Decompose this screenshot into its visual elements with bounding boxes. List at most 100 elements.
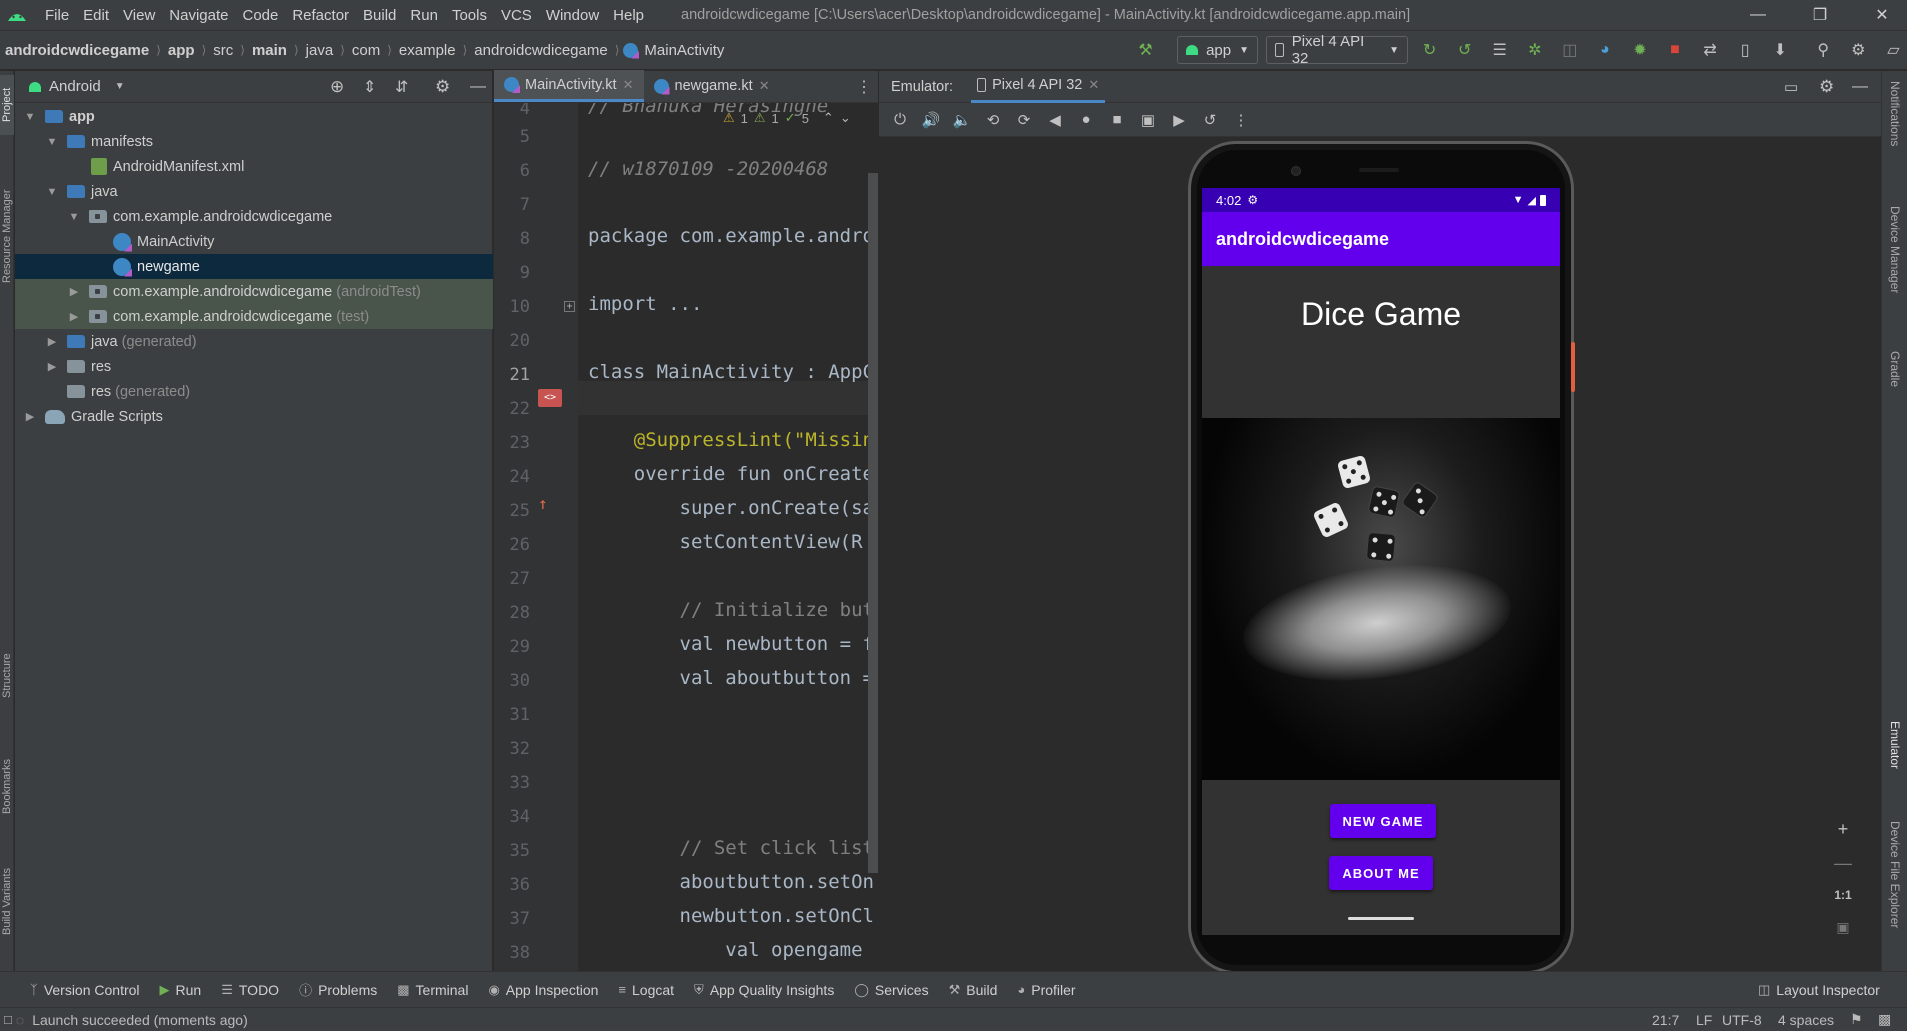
device-manager-icon[interactable]: ▯ xyxy=(1732,36,1759,64)
about-me-button[interactable]: ABOUT ME xyxy=(1329,856,1433,890)
tool-profiler[interactable]: ◕ Profiler xyxy=(1017,982,1075,998)
breadcrumb-package[interactable]: androidcwdicegame xyxy=(471,42,610,59)
chevron-right-icon[interactable]: ▶ xyxy=(67,310,81,323)
menu-build[interactable]: Build xyxy=(356,7,403,24)
video-record-icon[interactable]: ▶ xyxy=(1168,109,1190,131)
menu-run[interactable]: Run xyxy=(403,7,445,24)
editor-scrollbar[interactable] xyxy=(868,173,878,873)
zoom-actual-size-button[interactable]: 1:1 xyxy=(1828,880,1858,910)
side-button[interactable] xyxy=(1571,342,1575,392)
search-icon[interactable]: ⚲ xyxy=(1810,36,1837,64)
menu-refactor[interactable]: Refactor xyxy=(285,7,356,24)
tree-item-mainactivity[interactable]: MainActivity xyxy=(15,229,493,254)
chevron-down-icon[interactable]: ⌄ xyxy=(840,110,851,126)
chevron-right-icon[interactable]: ▶ xyxy=(45,335,59,348)
tree-item-res[interactable]: ▶ res xyxy=(15,354,493,379)
memory-indicator-icon[interactable]: ▩ xyxy=(1878,1011,1891,1028)
line-separator[interactable]: LF xyxy=(1696,1012,1712,1028)
close-tab-icon[interactable]: ✕ xyxy=(623,77,634,93)
breadcrumb-project[interactable]: androidcwdicegame xyxy=(2,42,152,59)
gear-icon[interactable]: ⚙ xyxy=(1819,77,1834,97)
expand-all-icon[interactable]: ⇕ xyxy=(363,77,376,97)
more-tabs-icon[interactable]: ⋮ xyxy=(856,77,872,97)
code-editor[interactable]: ⚠ 1 ⚠ 1 ✓ 5 ⌃ ⌄ 4 // Bhanuka Herasinghe 5 6… xyxy=(494,103,878,971)
menu-edit[interactable]: Edit xyxy=(76,7,116,24)
menu-window[interactable]: Window xyxy=(539,7,606,24)
tool-tab-emulator[interactable]: Emulator xyxy=(1888,721,1902,769)
rotate-left-icon[interactable]: ⟲ xyxy=(982,109,1004,131)
gear-icon[interactable]: ⚙ xyxy=(1845,36,1872,64)
zoom-fit-icon[interactable]: ▣ xyxy=(1828,912,1858,942)
fold-expand-icon[interactable]: + xyxy=(564,301,575,312)
tool-todo[interactable]: ☰ TODO xyxy=(221,982,279,998)
tab-emulator-device[interactable]: Pixel 4 API 32 ✕ xyxy=(971,71,1106,103)
tool-build[interactable]: ⚒ Build xyxy=(949,982,998,998)
volume-down-icon[interactable]: 🔈 xyxy=(951,109,973,131)
tool-tab-build-variants[interactable]: Build Variants xyxy=(0,851,14,951)
chevron-right-icon[interactable]: ▶ xyxy=(23,410,37,423)
menu-navigate[interactable]: Navigate xyxy=(162,7,235,24)
apply-changes-restart-icon[interactable]: ↻ xyxy=(1416,36,1443,64)
tool-tab-project[interactable]: Project xyxy=(0,75,14,135)
camera-icon[interactable]: ▣ xyxy=(1137,109,1159,131)
more-options-icon[interactable]: ⋮ xyxy=(1230,109,1252,131)
tool-app-inspection[interactable]: ◉ App Inspection xyxy=(488,982,598,998)
restore-icon[interactable]: ❐ xyxy=(1789,0,1851,30)
tool-logcat[interactable]: ≡ Logcat xyxy=(618,982,674,998)
tree-item-manifests[interactable]: ▼ manifests xyxy=(15,129,493,154)
tool-app-quality-insights[interactable]: ⛨ App Quality Insights xyxy=(694,982,834,998)
home-gesture-bar[interactable] xyxy=(1348,917,1414,920)
back-icon[interactable]: ◀ xyxy=(1044,109,1066,131)
tree-item-gradle-scripts[interactable]: ▶ Gradle Scripts xyxy=(15,404,493,429)
home-icon[interactable]: ● xyxy=(1075,109,1097,131)
tree-item-package-test[interactable]: ▶ com.example.androidcwdicegame (test) xyxy=(15,304,493,329)
breadcrumb-com[interactable]: com xyxy=(349,42,383,59)
profile-icon[interactable]: ◕ xyxy=(1591,36,1618,64)
tool-tab-resource-manager[interactable]: Resource Manager xyxy=(0,166,14,306)
android-manifest-gutter-icon[interactable]: <> xyxy=(538,389,562,407)
make-project-icon[interactable]: ⚒ xyxy=(1132,36,1159,64)
project-view-mode[interactable]: Android xyxy=(49,78,101,95)
window-layout-icon[interactable]: ▭ xyxy=(1784,78,1798,96)
breadcrumb-class[interactable]: MainActivity xyxy=(641,42,727,59)
tree-item-android-manifest[interactable]: AndroidManifest.xml xyxy=(15,154,493,179)
menu-view[interactable]: View xyxy=(116,7,162,24)
file-encoding[interactable]: UTF-8 xyxy=(1722,1012,1762,1028)
volume-up-icon[interactable]: 🔊 xyxy=(920,109,942,131)
tree-item-res-generated[interactable]: res (generated) xyxy=(15,379,493,404)
tab-mainactivity[interactable]: MainActivity.kt ✕ xyxy=(494,70,644,102)
tab-newgame[interactable]: newgame.kt ✕ xyxy=(644,70,780,102)
sync-list-icon[interactable]: ☰ xyxy=(1486,36,1513,64)
chevron-down-icon[interactable]: ▼ xyxy=(23,111,37,123)
tool-tab-gradle[interactable]: Gradle xyxy=(1888,351,1902,387)
close-tab-icon[interactable]: ✕ xyxy=(759,78,770,94)
run-config-select[interactable]: app ▼ xyxy=(1177,36,1258,64)
breadcrumb-main[interactable]: main xyxy=(249,42,290,59)
tree-item-java[interactable]: ▼ java xyxy=(15,179,493,204)
tool-tab-device-manager[interactable]: Device Manager xyxy=(1888,206,1902,293)
apply-code-changes-icon[interactable]: ↺ xyxy=(1451,36,1478,64)
override-gutter-icon[interactable]: ↑ xyxy=(538,494,548,513)
tool-layout-inspector[interactable]: ◫ Layout Inspector xyxy=(1758,982,1880,998)
power-icon[interactable]: ⏻ xyxy=(889,109,911,131)
coverage-icon[interactable]: ◫ xyxy=(1556,36,1583,64)
locate-icon[interactable]: ⊕ xyxy=(330,77,344,97)
collapse-all-icon[interactable]: ⇵ xyxy=(395,77,408,97)
tree-item-app[interactable]: ▼ app xyxy=(15,104,493,129)
status-message[interactable]: Launch succeeded (moments ago) xyxy=(32,1012,248,1028)
tool-tab-device-file-explorer[interactable]: Device File Explorer xyxy=(1888,821,1902,928)
debug-icon[interactable]: ✲ xyxy=(1521,36,1548,64)
new-game-button[interactable]: NEW GAME xyxy=(1330,804,1436,838)
menu-code[interactable]: Code xyxy=(235,7,285,24)
tool-services[interactable]: ◯ Services xyxy=(854,982,928,998)
tree-item-java-generated[interactable]: ▶ java (generated) xyxy=(15,329,493,354)
lock-icon[interactable]: ⚑ xyxy=(1850,1011,1863,1028)
snapshot-icon[interactable]: ↺ xyxy=(1199,109,1221,131)
tool-run[interactable]: ▶ Run xyxy=(160,982,202,998)
hide-panel-icon[interactable]: — xyxy=(470,78,486,96)
menu-file[interactable]: File xyxy=(38,7,76,24)
chevron-right-icon[interactable]: ▶ xyxy=(67,285,81,298)
chevron-down-icon[interactable]: ▼ xyxy=(115,81,125,92)
tool-tab-bookmarks[interactable]: Bookmarks xyxy=(0,741,14,831)
chevron-down-icon[interactable]: ▼ xyxy=(45,186,59,198)
